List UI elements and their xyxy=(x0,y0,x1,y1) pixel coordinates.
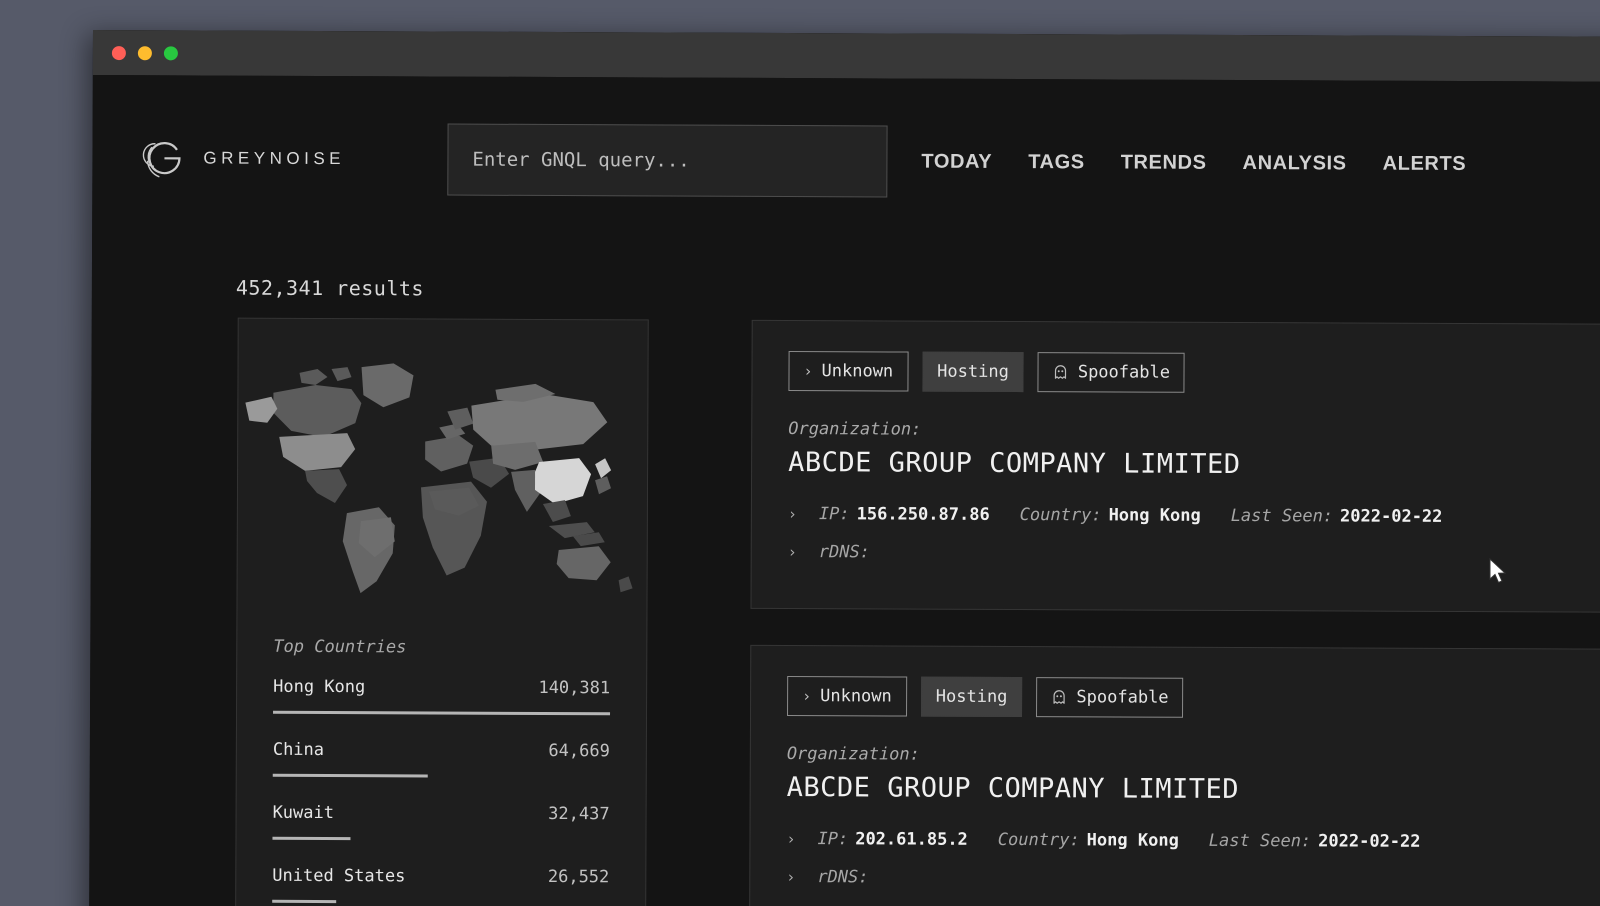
country-value: 32,437 xyxy=(548,803,610,825)
results-count: 452,341 results xyxy=(235,275,425,301)
badge-label: Spoofable xyxy=(1077,362,1171,383)
rdns-detail-row[interactable]: › rDNS: xyxy=(788,542,1600,566)
organization-name: ABCDE GROUP COMPANY LIMITED xyxy=(788,447,1241,481)
results-list: › Unknown Hosting Spoofable Organization… xyxy=(749,319,1600,906)
browser-window: GREYNOISE TODAY TAGS TRENDS ANALYSIS ALE… xyxy=(89,30,1600,906)
rdns-label: rDNS: xyxy=(817,867,869,888)
country-bar xyxy=(272,899,337,904)
greynoise-app: GREYNOISE TODAY TAGS TRENDS ANALYSIS ALE… xyxy=(89,74,1600,906)
badge-label: Unknown xyxy=(821,361,894,382)
ip-value: 202.61.85.2 xyxy=(855,829,968,850)
country-bar xyxy=(272,836,350,841)
chevron-right-icon: › xyxy=(787,505,797,524)
chevron-right-icon: › xyxy=(803,362,813,381)
map-panel: Top Countries Hong Kong 140,381 China 64… xyxy=(235,317,649,906)
country-row[interactable]: Hong Kong 140,381 xyxy=(273,676,611,716)
nav-item-analysis[interactable]: ANALYSIS xyxy=(1243,152,1347,175)
country-bar xyxy=(273,710,611,716)
nav-item-trends[interactable]: TRENDS xyxy=(1121,151,1207,174)
last-seen-value: 2022-02-22 xyxy=(1340,506,1443,527)
brand-wordmark: GREYNOISE xyxy=(203,148,346,169)
badge-classification[interactable]: › Unknown xyxy=(788,351,909,392)
search-input[interactable] xyxy=(470,147,887,174)
organization-name: ABCDE GROUP COMPANY LIMITED xyxy=(786,772,1240,806)
ip-detail-row[interactable]: › IP: 202.61.85.2 Country: Hong Kong Las… xyxy=(786,829,1600,853)
country-value: Hong Kong xyxy=(1086,830,1179,851)
chevron-right-icon: › xyxy=(787,543,797,562)
ip-value: 156.250.87.86 xyxy=(856,504,990,525)
nav-item-today[interactable]: TODAY xyxy=(921,150,992,173)
rdns-detail-row[interactable]: › rDNS: xyxy=(786,867,1600,891)
badge-row: › Unknown Hosting Spoofable xyxy=(788,351,1600,395)
chevron-right-icon: › xyxy=(786,830,796,849)
ip-label: IP: xyxy=(818,504,850,525)
ip-label: IP: xyxy=(817,829,849,850)
gnql-search-box[interactable] xyxy=(447,123,888,198)
badge-row: › Unknown Hosting Spoofable xyxy=(787,676,1600,720)
country-value: 26,552 xyxy=(547,866,610,888)
maximize-button[interactable] xyxy=(163,45,178,60)
country-value: Hong Kong xyxy=(1108,505,1201,526)
top-countries-title: Top Countries xyxy=(273,636,407,658)
country-row[interactable]: China 64,669 xyxy=(272,739,610,778)
desktop: GREYNOISE TODAY TAGS TRENDS ANALYSIS ALE… xyxy=(0,0,1600,906)
nav-item-alerts[interactable]: ALERTS xyxy=(1383,152,1467,175)
country-row[interactable]: Kuwait 32,437 xyxy=(272,802,610,841)
badge-spoofable[interactable]: Spoofable xyxy=(1036,677,1184,718)
last-seen-value: 2022-02-22 xyxy=(1318,831,1421,852)
country-name: Kuwait xyxy=(272,802,335,824)
country-bar xyxy=(272,773,428,778)
country-value: 140,381 xyxy=(538,677,611,699)
chevron-right-icon: › xyxy=(802,687,812,706)
ghost-icon xyxy=(1051,689,1067,705)
brand-logo[interactable]: GREYNOISE xyxy=(142,136,442,181)
rdns-label: rDNS: xyxy=(818,542,870,563)
country-label: Country: xyxy=(1019,505,1102,526)
badge-label: Unknown xyxy=(820,686,892,707)
chevron-right-icon: › xyxy=(786,868,796,887)
last-seen-label: Last Seen: xyxy=(1230,505,1334,527)
country-name: Hong Kong xyxy=(273,676,366,698)
ghost-icon xyxy=(1053,364,1069,380)
badge-hosting[interactable]: Hosting xyxy=(920,676,1023,718)
main-nav: TODAY TAGS TRENDS ANALYSIS ALERTS xyxy=(921,150,1466,175)
organization-label: Organization: xyxy=(788,419,922,440)
organization-label: Organization: xyxy=(786,744,920,765)
country-value: 64,669 xyxy=(548,740,610,762)
country-name: United States xyxy=(272,865,406,887)
world-map-icon xyxy=(237,335,647,627)
last-seen-label: Last Seen: xyxy=(1208,830,1312,852)
badge-label: Hosting xyxy=(937,361,1009,382)
country-label: Country: xyxy=(997,829,1080,851)
minimize-button[interactable] xyxy=(137,45,152,60)
greynoise-g-logo-icon xyxy=(142,136,186,180)
result-card[interactable]: › Unknown Hosting Spoofable Organization… xyxy=(749,644,1600,906)
badge-spoofable[interactable]: Spoofable xyxy=(1037,352,1186,393)
badge-label: Hosting xyxy=(935,686,1008,707)
country-row[interactable]: United States 26,552 xyxy=(272,866,609,904)
window-titlebar xyxy=(92,30,1600,82)
badge-classification[interactable]: › Unknown xyxy=(787,676,907,717)
ip-detail-row[interactable]: › IP: 156.250.87.86 Country: Hong Kong L… xyxy=(788,504,1600,528)
content-area: Top Countries Hong Kong 140,381 China 64… xyxy=(89,317,1600,906)
close-button[interactable] xyxy=(111,45,126,60)
app-header: GREYNOISE TODAY TAGS TRENDS ANALYSIS ALE… xyxy=(92,75,1600,212)
top-countries-list: Top Countries Hong Kong 140,381 China 64… xyxy=(236,625,646,905)
badge-hosting[interactable]: Hosting xyxy=(922,351,1024,393)
country-name: China xyxy=(272,739,325,761)
nav-item-tags[interactable]: TAGS xyxy=(1028,151,1085,174)
badge-label: Spoofable xyxy=(1076,687,1169,708)
result-card[interactable]: › Unknown Hosting Spoofable Organization… xyxy=(750,319,1600,613)
